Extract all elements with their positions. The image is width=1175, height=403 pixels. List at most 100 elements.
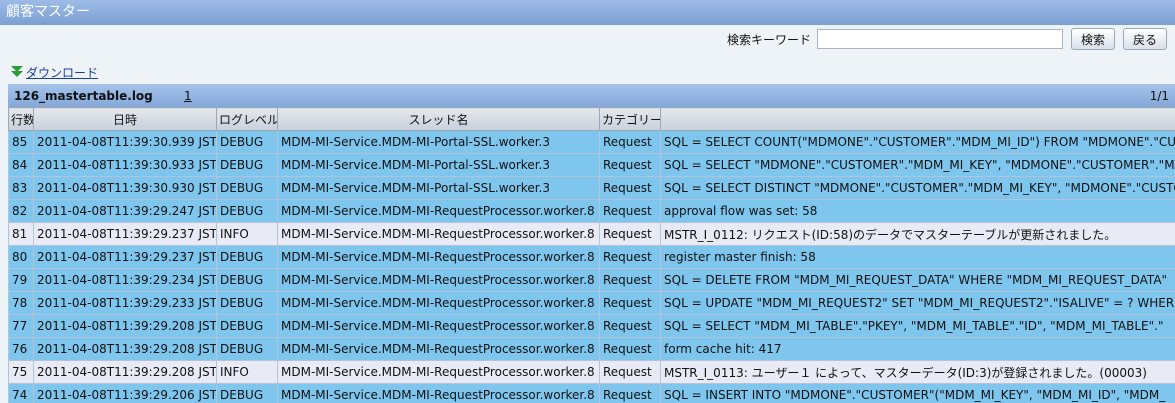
cell-no: 84 bbox=[8, 153, 34, 177]
cell-no: 82 bbox=[8, 199, 34, 223]
cell-datetime: 2011-04-08T11:39:30.933 JST bbox=[33, 153, 217, 177]
cell-level: DEBUG bbox=[216, 199, 278, 223]
column-header-thread[interactable]: スレッド名 bbox=[277, 107, 600, 131]
cell-datetime: 2011-04-08T11:39:30.930 JST bbox=[33, 176, 217, 200]
cell-message: approval flow was set: 58 bbox=[660, 199, 1175, 223]
cell-thread: MDM-MI-Service.MDM-MI-RequestProcessor.w… bbox=[277, 314, 600, 338]
download-label: ダウンロード bbox=[26, 65, 99, 80]
table-row[interactable]: 78 2011-04-08T11:39:29.233 JST DEBUG MDM-MI… bbox=[8, 291, 1175, 315]
cell-thread: MDM-MI-Service.MDM-MI-RequestProcessor.w… bbox=[277, 337, 600, 361]
cell-no: 76 bbox=[8, 337, 34, 361]
cell-thread: MDM-MI-Service.MDM-MI-RequestProcessor.w… bbox=[277, 199, 600, 223]
cell-message: SQL = UPDATE "MDM_MI_REQUEST2" SET "MDM_… bbox=[660, 291, 1175, 315]
cell-datetime: 2011-04-08T11:39:29.234 JST bbox=[33, 268, 217, 292]
cell-level: DEBUG bbox=[216, 337, 278, 361]
cell-datetime: 2011-04-08T11:39:29.208 JST bbox=[33, 337, 217, 361]
cell-category: Request bbox=[599, 245, 661, 269]
page-link[interactable]: 1 bbox=[178, 89, 198, 103]
cell-datetime: 2011-04-08T11:39:29.233 JST bbox=[33, 291, 217, 315]
file-name: 126_mastertable.log bbox=[14, 88, 153, 103]
cell-message: form cache hit: 417 bbox=[660, 337, 1175, 361]
cell-category: Request bbox=[599, 176, 661, 200]
table-row[interactable]: 83 2011-04-08T11:39:30.930 JST DEBUG MDM-MI… bbox=[8, 176, 1175, 200]
log-table-body: 85 2011-04-08T11:39:30.939 JST DEBUG MDM-MI… bbox=[8, 130, 1175, 403]
cell-message: SQL = SELECT DISTINCT "MDMONE"."CUSTOMER… bbox=[660, 176, 1175, 200]
cell-thread: MDM-MI-Service.MDM-MI-Portal-SSL.worker.… bbox=[277, 153, 600, 177]
column-header-no[interactable]: 行数 bbox=[8, 107, 34, 131]
search-area: 検索キーワード 検索 戻る bbox=[727, 27, 1167, 51]
cell-level: DEBUG bbox=[216, 383, 278, 403]
cell-no: 81 bbox=[8, 222, 34, 246]
cell-category: Request bbox=[599, 383, 661, 403]
cell-no: 83 bbox=[8, 176, 34, 200]
cell-datetime: 2011-04-08T11:39:29.247 JST bbox=[33, 199, 217, 223]
cell-no: 85 bbox=[8, 130, 34, 154]
cell-category: Request bbox=[599, 130, 661, 154]
cell-datetime: 2011-04-08T11:39:29.206 JST bbox=[33, 383, 217, 403]
cell-category: Request bbox=[599, 337, 661, 361]
cell-level: INFO bbox=[216, 360, 278, 384]
table-row[interactable]: 74 2011-04-08T11:39:29.206 JST DEBUG MDM-MI… bbox=[8, 383, 1175, 403]
cell-message: register master finish: 58 bbox=[660, 245, 1175, 269]
column-header-message[interactable] bbox=[660, 107, 1175, 131]
cell-message: MSTR_I_0113: ユーザー１ によって、マスターデータ(ID:3)が登録… bbox=[660, 360, 1175, 384]
cell-message: MSTR_I_0112: リクエスト(ID:58)のデータでマスターテーブルが更… bbox=[660, 222, 1175, 246]
cell-level: DEBUG bbox=[216, 176, 278, 200]
column-header-category[interactable]: カテゴリー bbox=[599, 107, 661, 131]
cell-category: Request bbox=[599, 153, 661, 177]
cell-datetime: 2011-04-08T11:39:29.208 JST bbox=[33, 314, 217, 338]
cell-level: DEBUG bbox=[216, 245, 278, 269]
cell-thread: MDM-MI-Service.MDM-MI-RequestProcessor.w… bbox=[277, 222, 600, 246]
column-header-level[interactable]: ログレベル bbox=[216, 107, 278, 131]
cell-no: 75 bbox=[8, 360, 34, 384]
cell-no: 77 bbox=[8, 314, 34, 338]
table-row[interactable]: 84 2011-04-08T11:39:30.933 JST DEBUG MDM-MI… bbox=[8, 153, 1175, 177]
cell-message: SQL = DELETE FROM "MDM_MI_REQUEST_DATA" … bbox=[660, 268, 1175, 292]
cell-no: 74 bbox=[8, 383, 34, 403]
column-header-datetime[interactable]: 日時 bbox=[33, 107, 217, 131]
cell-level: INFO bbox=[216, 222, 278, 246]
cell-category: Request bbox=[599, 291, 661, 315]
table-row[interactable]: 81 2011-04-08T11:39:29.237 JST INFO MDM-MI-… bbox=[8, 222, 1175, 246]
cell-thread: MDM-MI-Service.MDM-MI-RequestProcessor.w… bbox=[277, 291, 600, 315]
cell-level: DEBUG bbox=[216, 291, 278, 315]
cell-category: Request bbox=[599, 222, 661, 246]
search-label: 検索キーワード bbox=[726, 32, 811, 47]
cell-message: SQL = SELECT COUNT("MDMONE"."CUSTOMER"."… bbox=[660, 130, 1175, 154]
table-header-row: 行数 日時 ログレベル スレッド名 カテゴリー bbox=[8, 107, 1175, 131]
log-table: 行数 日時 ログレベル スレッド名 カテゴリー 85 2011-04-08T11:… bbox=[8, 107, 1175, 403]
cell-message: SQL = INSERT INTO "MDMONE"."CUSTOMER"("M… bbox=[660, 383, 1175, 403]
cell-no: 78 bbox=[8, 291, 34, 315]
cell-level: DEBUG bbox=[216, 130, 278, 154]
cell-thread: MDM-MI-Service.MDM-MI-RequestProcessor.w… bbox=[277, 268, 600, 292]
page-info: 1/1 bbox=[1149, 88, 1169, 103]
table-row[interactable]: 75 2011-04-08T11:39:29.208 JST INFO MDM-MI-… bbox=[8, 360, 1175, 384]
table-row[interactable]: 82 2011-04-08T11:39:29.247 JST DEBUG MDM-MI… bbox=[8, 199, 1175, 223]
cell-no: 79 bbox=[8, 268, 34, 292]
cell-category: Request bbox=[599, 268, 661, 292]
cell-category: Request bbox=[599, 360, 661, 384]
table-row[interactable]: 85 2011-04-08T11:39:30.939 JST DEBUG MDM-MI… bbox=[8, 130, 1175, 154]
table-row[interactable]: 80 2011-04-08T11:39:29.237 JST DEBUG MDM-MI… bbox=[8, 245, 1175, 269]
cell-no: 80 bbox=[8, 245, 34, 269]
search-button[interactable]: 検索 bbox=[1070, 28, 1115, 50]
cell-category: Request bbox=[599, 314, 661, 338]
search-input[interactable] bbox=[816, 29, 1063, 49]
cell-message: SQL = SELECT "MDMONE"."CUSTOMER"."MDM_MI… bbox=[660, 153, 1175, 177]
download-arrow-icon bbox=[10, 65, 24, 79]
cell-category: Request bbox=[599, 199, 661, 223]
download-link[interactable]: ダウンロード bbox=[10, 64, 98, 80]
cell-level: DEBUG bbox=[216, 268, 278, 292]
table-row[interactable]: 77 2011-04-08T11:39:29.208 JST DEBUG MDM-MI… bbox=[8, 314, 1175, 338]
cell-thread: MDM-MI-Service.MDM-MI-RequestProcessor.w… bbox=[277, 360, 600, 384]
cell-level: DEBUG bbox=[216, 314, 278, 338]
table-row[interactable]: 79 2011-04-08T11:39:29.234 JST DEBUG MDM-MI… bbox=[8, 268, 1175, 292]
cell-thread: MDM-MI-Service.MDM-MI-Portal-SSL.worker.… bbox=[277, 130, 600, 154]
back-button[interactable]: 戻る bbox=[1122, 28, 1167, 50]
cell-datetime: 2011-04-08T11:39:29.237 JST bbox=[33, 222, 217, 246]
cell-message: SQL = SELECT "MDM_MI_TABLE"."PKEY", "MDM… bbox=[660, 314, 1175, 338]
table-row[interactable]: 76 2011-04-08T11:39:29.208 JST DEBUG MDM-MI… bbox=[8, 337, 1175, 361]
file-header: 126_mastertable.log 1 1/1 bbox=[8, 84, 1175, 107]
cell-level: DEBUG bbox=[216, 153, 278, 177]
cell-thread: MDM-MI-Service.MDM-MI-RequestProcessor.w… bbox=[277, 245, 600, 269]
